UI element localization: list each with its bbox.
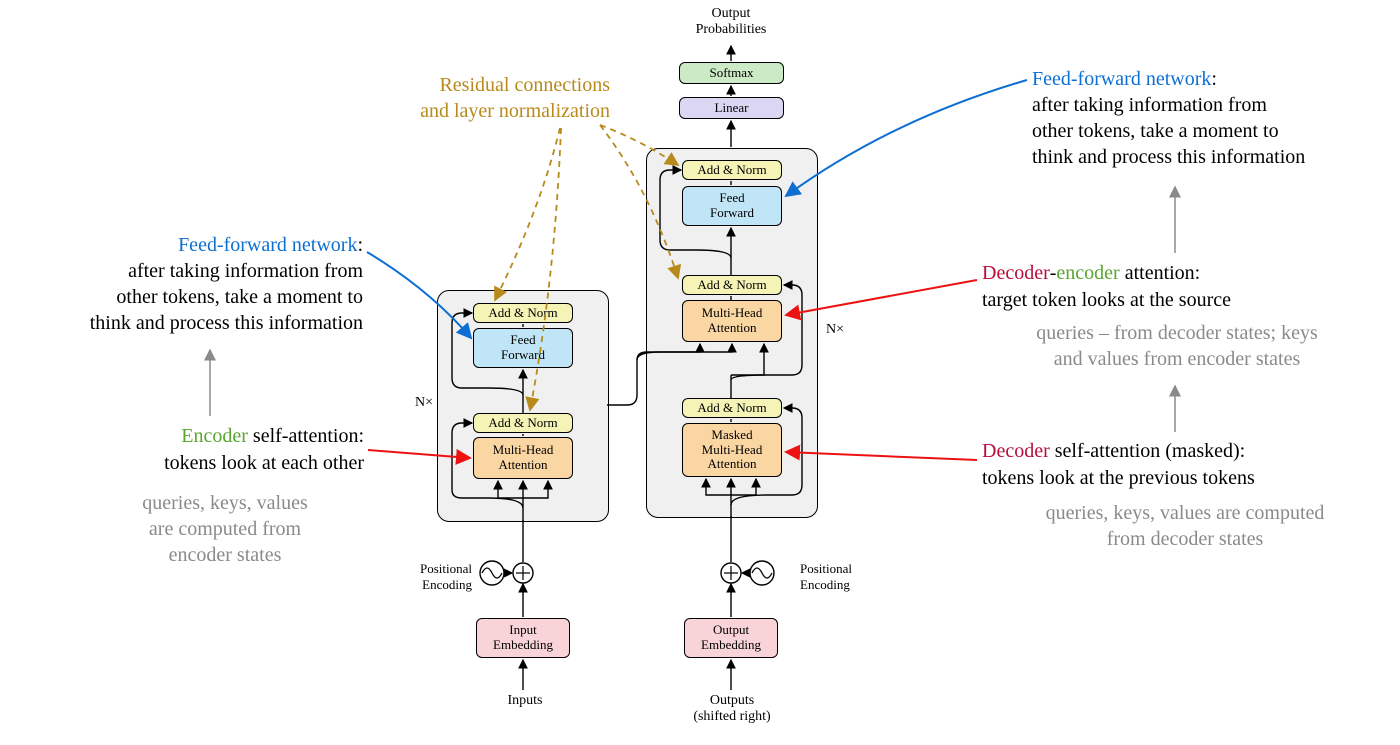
text: Residual connections <box>439 74 610 96</box>
encoder-addnorm-2: Add & Norm <box>473 303 573 323</box>
text: Add & Norm <box>697 163 766 178</box>
text: encoder <box>1056 262 1119 284</box>
text: think and process this information <box>1032 146 1305 168</box>
decoder-self-grey: queries, keys, values are computed from … <box>1000 500 1370 552</box>
text: are computed from <box>149 518 301 540</box>
encoder-addnorm-1: Add & Norm <box>473 413 573 433</box>
linear-box: Linear <box>679 97 784 119</box>
text: self-attention (masked): <box>1050 440 1246 462</box>
text: OutputEmbedding <box>701 623 761 653</box>
text: Multi-HeadAttention <box>493 443 554 473</box>
text: think and process this information <box>90 312 363 334</box>
decoder-cross-attention: Multi-HeadAttention <box>682 300 782 342</box>
residual-annotation: Residual connections and layer normaliza… <box>270 72 610 124</box>
text: target token looks at the source <box>982 289 1231 311</box>
text: Positional <box>800 561 852 576</box>
text: Add & Norm <box>697 401 766 416</box>
text: after taking information from <box>1032 94 1267 116</box>
text: Encoder <box>181 425 248 447</box>
decoder-addnorm-3: Add & Norm <box>682 160 782 180</box>
decoder-self-sub: tokens look at the previous tokens <box>982 465 1382 491</box>
text: Decoder <box>982 440 1050 462</box>
text: queries, keys, values are computed <box>1046 502 1325 524</box>
text: tokens look at each other <box>164 452 364 474</box>
text: attention: <box>1120 262 1201 284</box>
text: MaskedMulti-HeadAttention <box>702 428 763 473</box>
text: FeedForward <box>501 333 545 363</box>
text: other tokens, take a moment to <box>1032 120 1279 142</box>
text: Positional <box>420 561 472 576</box>
encoder-self-grey: queries, keys, values are computed from … <box>115 490 335 568</box>
text: InputEmbedding <box>493 623 553 653</box>
encoder-ff-annotation: Feed-forward network: after taking infor… <box>38 232 363 336</box>
text: and layer normalization <box>420 100 610 122</box>
inputs-label: Inputs <box>485 693 565 709</box>
text: N× <box>415 395 433 410</box>
output-embedding-box: OutputEmbedding <box>684 618 778 658</box>
text: Feed-forward network <box>178 234 357 256</box>
text: Encoding <box>800 577 850 592</box>
decoder-cross-sub: target token looks at the source <box>982 287 1352 313</box>
decoder-cross-grey: queries – from decoder states; keys and … <box>992 320 1362 372</box>
text: Inputs <box>508 693 543 708</box>
text: Encoding <box>422 577 472 592</box>
text: after taking information from <box>128 260 363 282</box>
text: FeedForward <box>710 191 754 221</box>
output-probabilities-label: Output Probabilities <box>681 6 781 38</box>
encoder-self-attention: Multi-HeadAttention <box>473 437 573 479</box>
text: and values from encoder states <box>1054 348 1301 370</box>
encoder-self-sub: tokens look at each other <box>96 450 364 476</box>
text: tokens look at the previous tokens <box>982 467 1255 489</box>
decoder-ff-annotation: Feed-forward network: after taking infor… <box>1032 66 1362 170</box>
text: (shifted right) <box>693 709 770 724</box>
encoder-stack <box>437 290 609 522</box>
text: other tokens, take a moment to <box>116 286 363 308</box>
text: Add & Norm <box>697 278 766 293</box>
text: encoder states <box>169 544 282 566</box>
text: Decoder <box>982 262 1050 284</box>
decoder-repeat-label: N× <box>826 322 844 338</box>
softmax-box: Softmax <box>679 62 784 84</box>
text: Multi-HeadAttention <box>702 306 763 336</box>
text: Output <box>712 6 751 21</box>
text: from decoder states <box>1107 528 1264 550</box>
text: Feed-forward network <box>1032 68 1211 90</box>
text: Softmax <box>709 66 753 81</box>
text: self-attention: <box>248 425 364 447</box>
decoder-addnorm-2: Add & Norm <box>682 275 782 295</box>
text: Add & Norm <box>488 306 557 321</box>
input-embedding-box: InputEmbedding <box>476 618 570 658</box>
text: N× <box>826 322 844 337</box>
decoder-posenc-label: Positional Encoding <box>800 561 880 593</box>
text: queries, keys, values <box>142 492 308 514</box>
outputs-label: Outputs (shifted right) <box>672 693 792 725</box>
encoder-feedforward: FeedForward <box>473 328 573 368</box>
decoder-cross-annotation: Decoder-encoder attention: <box>982 260 1352 286</box>
encoder-self-annotation: Encoder self-attention: <box>96 423 364 449</box>
decoder-feedforward: FeedForward <box>682 186 782 226</box>
decoder-self-annotation: Decoder self-attention (masked): <box>982 438 1382 464</box>
text: Linear <box>715 101 749 116</box>
encoder-posenc-label: Positional Encoding <box>392 561 472 593</box>
text: Add & Norm <box>488 416 557 431</box>
text: queries – from decoder states; keys <box>1036 322 1318 344</box>
decoder-addnorm-1: Add & Norm <box>682 398 782 418</box>
encoder-repeat-label: N× <box>415 395 433 411</box>
text: Outputs <box>710 693 754 708</box>
text: Probabilities <box>696 22 767 37</box>
decoder-masked-attention: MaskedMulti-HeadAttention <box>682 423 782 477</box>
